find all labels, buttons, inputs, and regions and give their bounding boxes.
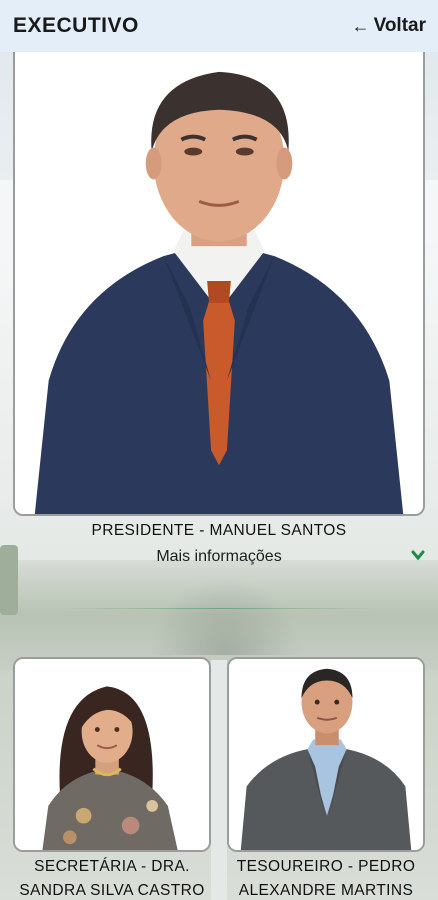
more-info-label: Mais informações (156, 548, 282, 565)
chevron-down-icon (411, 550, 425, 561)
member-card-president[interactable] (13, 52, 425, 516)
back-button-label: Voltar (373, 15, 426, 36)
member-card-secretary[interactable] (13, 657, 211, 852)
member-card-treasurer[interactable] (227, 657, 425, 852)
section-divider (60, 608, 378, 609)
president-photo (15, 52, 423, 514)
arrow-left-icon: ← (351, 15, 370, 36)
president-caption: PRESIDENTE - MANUEL SANTOS (91, 522, 347, 539)
member-list: PRESIDENTE - MANUEL SANTOS Mais informaç… (0, 52, 438, 900)
back-button[interactable]: ← Voltar (352, 15, 426, 37)
treasurer-caption: TESOUREIRO - PEDRO ALEXANDRE MARTINS (236, 858, 416, 899)
app-header: EXECUTIVO ← Voltar (0, 0, 438, 52)
secretary-caption: SECRETÁRIA - DRA. SANDRA SILVA CASTRO (19, 858, 205, 899)
secretary-photo (15, 659, 209, 850)
page-title: EXECUTIVO (13, 14, 139, 37)
more-info-toggle[interactable]: Mais informações (13, 544, 425, 570)
treasurer-photo (229, 659, 423, 850)
